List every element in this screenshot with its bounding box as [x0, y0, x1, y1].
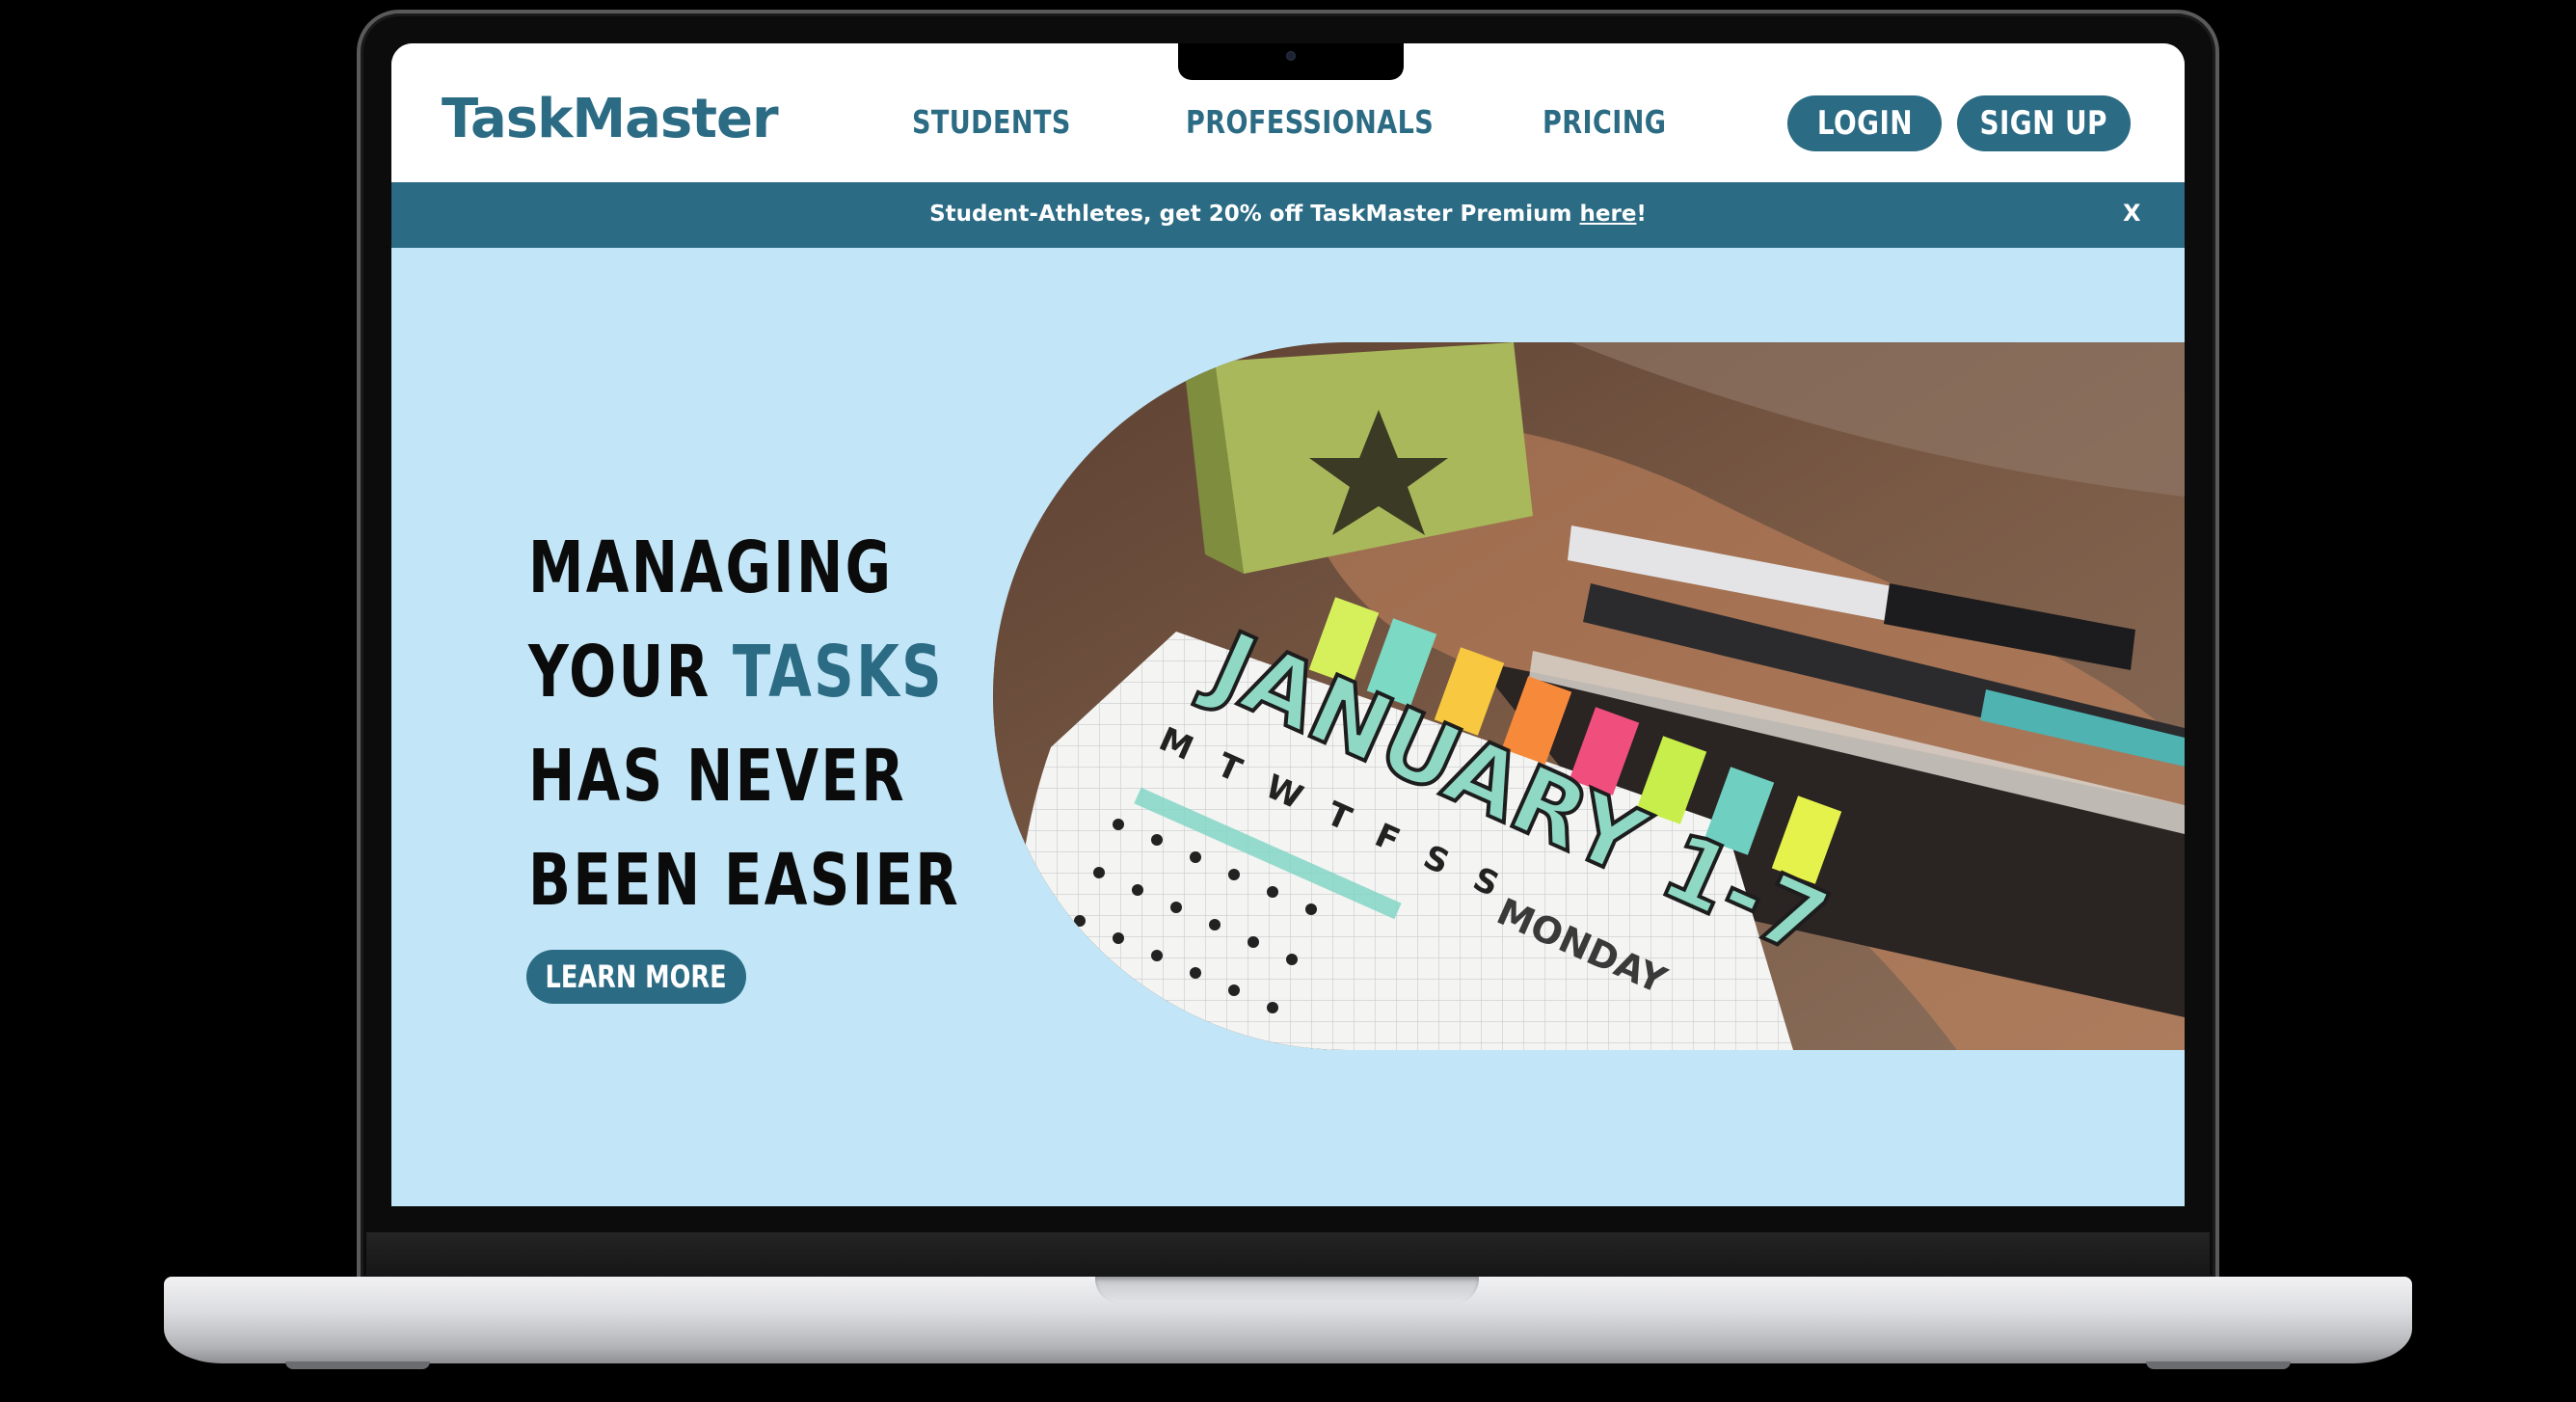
promo-banner: Student-Athletes, get 20% off TaskMaster… [391, 182, 2185, 248]
laptop-foot-left [285, 1362, 430, 1369]
signup-button-label: SIGN UP [1979, 104, 2108, 143]
nav-students[interactable]: STUDENTS [912, 103, 1071, 141]
promo-text: Student-Athletes, get 20% off TaskMaster… [391, 202, 2185, 227]
learn-more-label: LEARN MORE [545, 958, 728, 995]
laptop-base-notch [1095, 1277, 1479, 1304]
login-button[interactable]: LOGIN [1787, 95, 1942, 151]
laptop-foot-right [2146, 1362, 2291, 1369]
hero-line-3: HAS NEVER [528, 735, 906, 818]
camera-icon [1286, 51, 1296, 61]
camera-notch [1178, 43, 1404, 80]
hero-line-2: YOUR TASKS [528, 620, 960, 724]
nav-professionals[interactable]: PROFESSIONALS [1186, 103, 1434, 141]
promo-link[interactable]: here [1580, 202, 1637, 227]
close-icon[interactable]: X [2123, 200, 2141, 227]
hero-image: JANUARY 1-7 M T W T F S S MONDAY [993, 342, 2185, 1050]
hero-line-4: BEEN EASIER [528, 839, 961, 922]
hero-accent-tasks: TASKS [732, 631, 945, 714]
hero-line-1: MANAGING [528, 526, 894, 609]
taskmaster-logo[interactable]: TaskMaster [442, 88, 779, 150]
laptop-hinge [366, 1232, 2210, 1281]
login-button-label: LOGIN [1816, 104, 1913, 143]
promo-text-main: Student-Athletes, get 20% off TaskMaster… [929, 202, 1580, 227]
hero-line-2-prefix: YOUR [528, 631, 733, 714]
laptop-screen: TaskMaster STUDENTS PROFESSIONALS PRICIN… [391, 43, 2185, 1206]
hero-heading: MANAGING YOUR TASKS HAS NEVER BEEN EASIE… [528, 516, 960, 932]
signup-button[interactable]: SIGN UP [1957, 95, 2131, 151]
promo-text-end: ! [1636, 202, 1647, 227]
hero-photo-illustration: JANUARY 1-7 M T W T F S S MONDAY [993, 342, 2185, 1050]
nav-pricing[interactable]: PRICING [1543, 103, 1666, 141]
learn-more-button[interactable]: LEARN MORE [526, 950, 746, 1004]
